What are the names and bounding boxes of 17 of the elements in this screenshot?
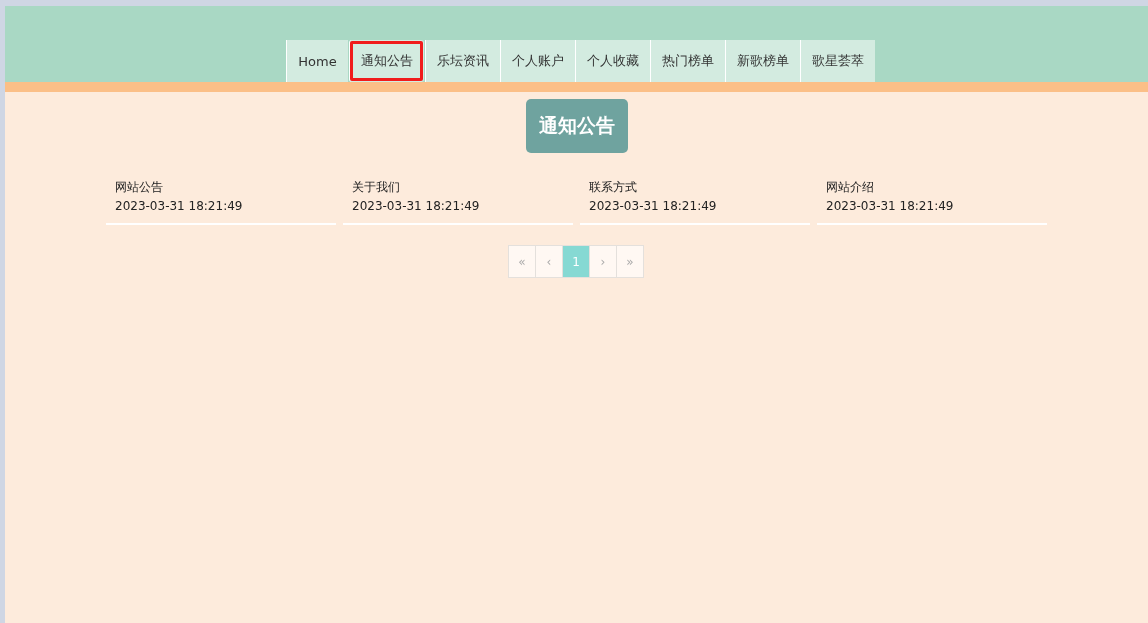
- nav-link[interactable]: 通知公告: [348, 40, 424, 82]
- page-title: 通知公告: [525, 99, 628, 153]
- nav-link[interactable]: 个人收藏: [574, 40, 650, 82]
- notice-time: 2023-03-31 18:21:49: [115, 199, 244, 213]
- nav-link[interactable]: 新歌榜单: [724, 40, 800, 82]
- nav-link[interactable]: 个人账户: [499, 40, 575, 82]
- notice-title: 联系方式: [589, 179, 638, 196]
- notice-title: 网站介绍: [826, 179, 875, 196]
- nav-link[interactable]: Home: [286, 40, 348, 82]
- notice-time: 2023-03-31 18:21:49: [589, 199, 718, 213]
- notice-time: 2023-03-31 18:21:49: [826, 199, 955, 213]
- notice-time: 2023-03-31 18:21:49: [352, 199, 481, 213]
- nav-link[interactable]: 歌星荟萃: [799, 40, 875, 82]
- nav-link[interactable]: 热门榜单: [649, 40, 725, 82]
- notice-title: 关于我们: [352, 179, 401, 196]
- notice-title: 网站公告: [115, 179, 164, 196]
- nav-link[interactable]: 乐坛资讯: [424, 40, 500, 82]
